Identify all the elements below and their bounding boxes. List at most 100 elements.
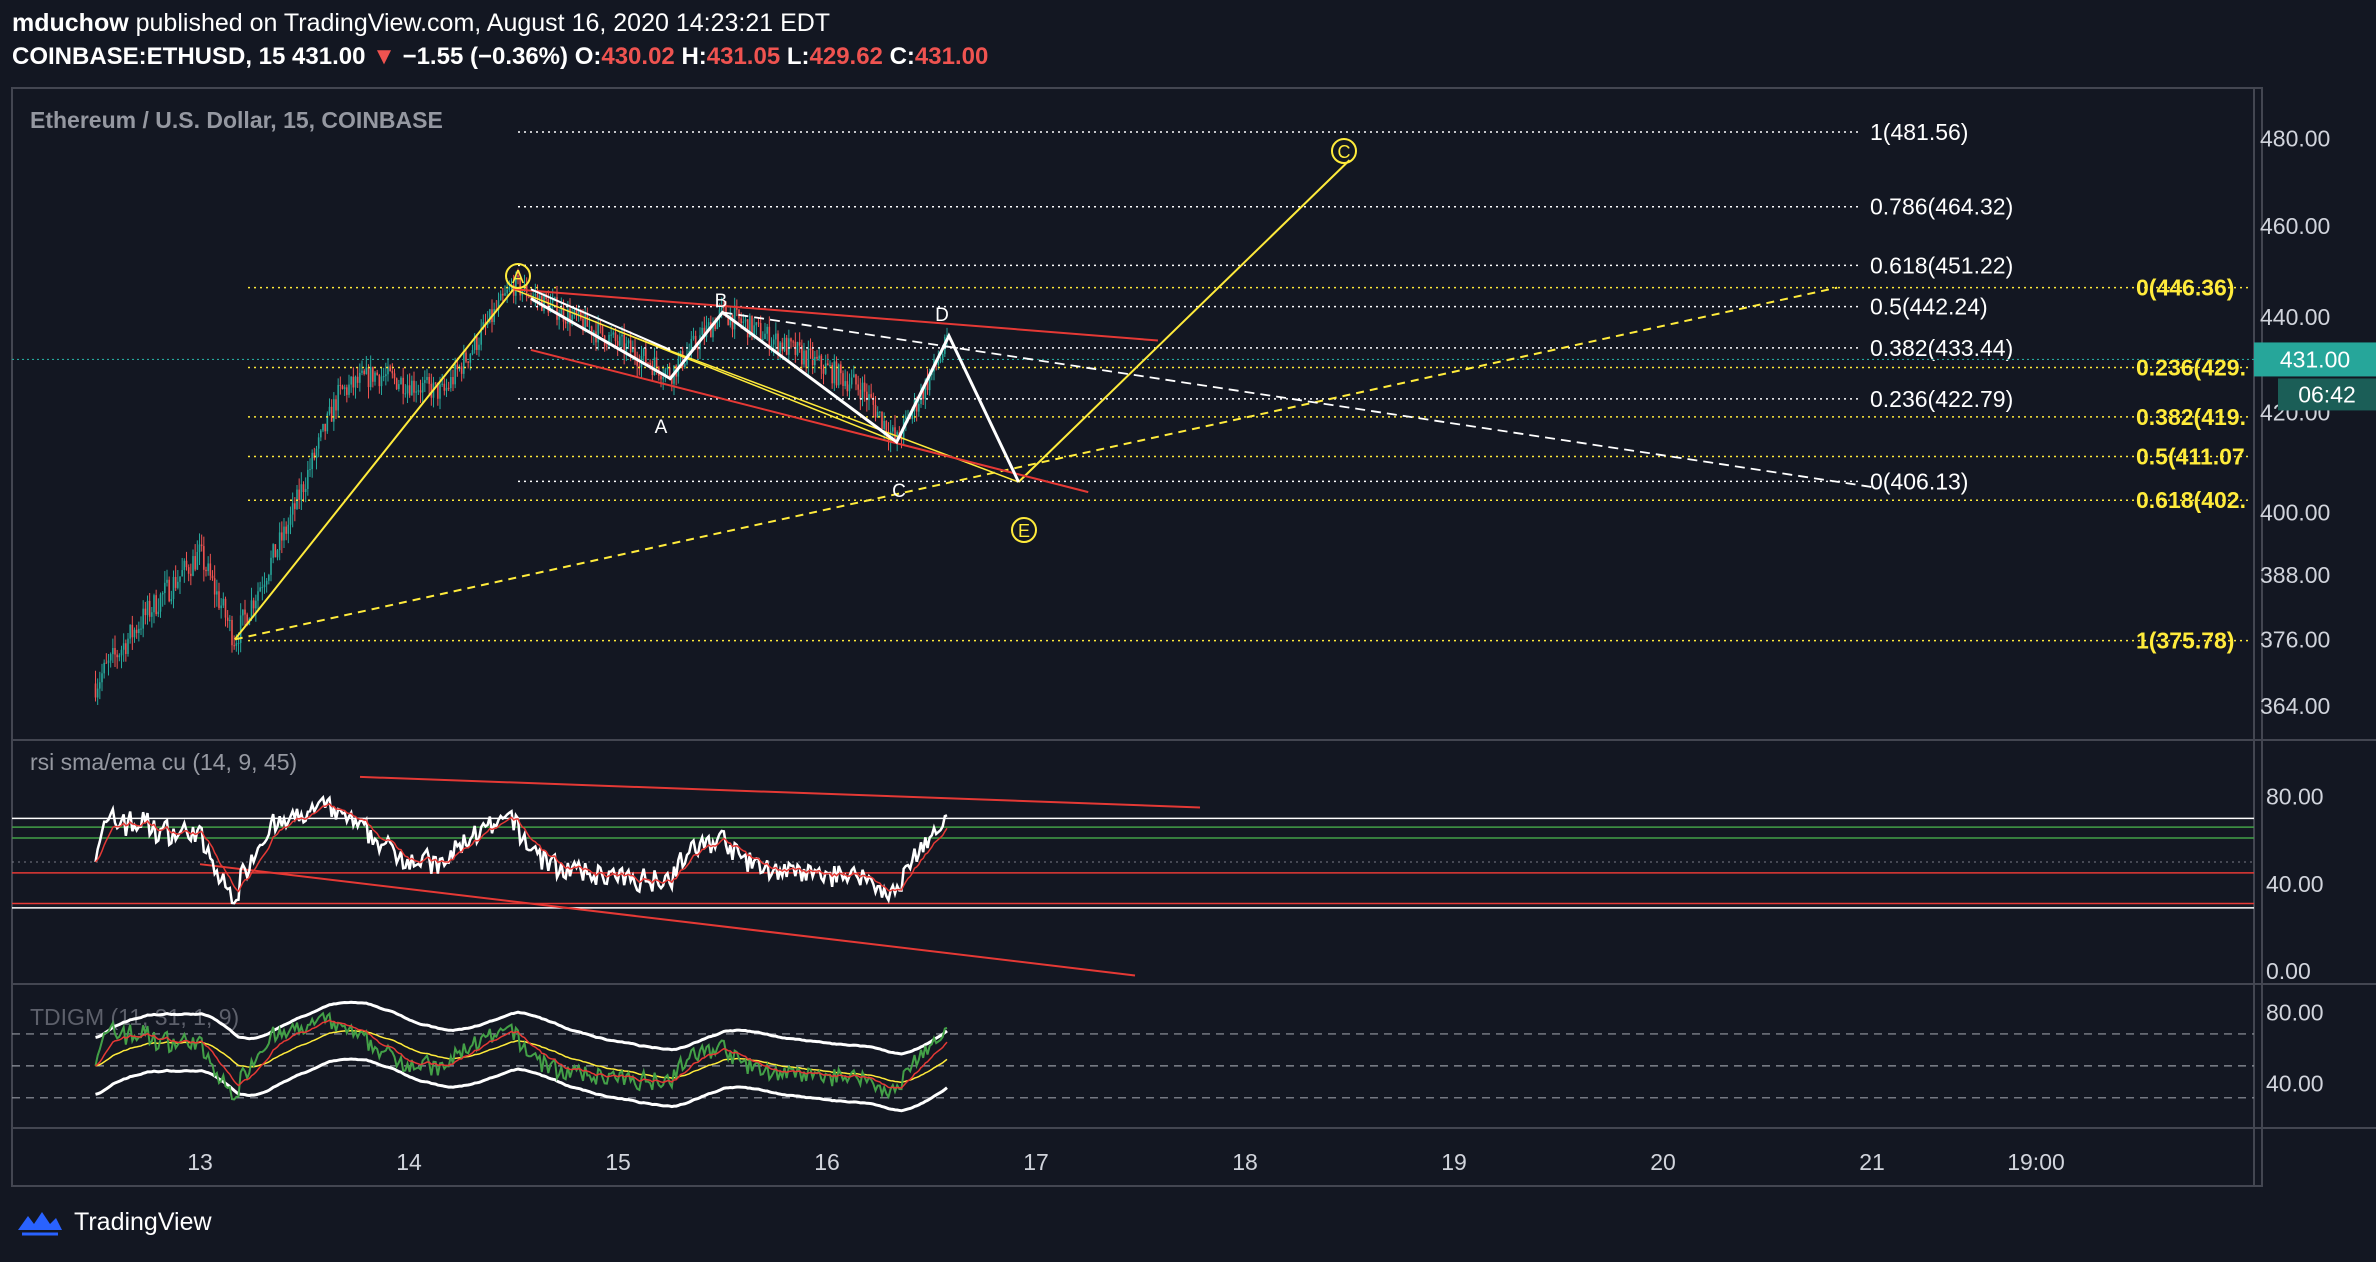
candle-body xyxy=(796,342,799,355)
brand[interactable]: TradingView xyxy=(16,1206,212,1238)
candle-body xyxy=(369,366,372,388)
candle-body xyxy=(302,484,305,493)
candle-body xyxy=(185,560,188,568)
candle-body xyxy=(105,662,108,664)
candle-body xyxy=(164,582,166,594)
candle-body xyxy=(255,600,257,609)
candle-body xyxy=(835,361,838,386)
y-tick-label: 480.00 xyxy=(2260,126,2330,152)
candle-body xyxy=(452,376,454,385)
candle-body xyxy=(744,319,747,322)
candle-body xyxy=(850,377,853,385)
candle-body xyxy=(842,373,844,386)
candle-body xyxy=(816,356,818,359)
candle-body xyxy=(135,629,138,634)
candle-body xyxy=(118,655,121,658)
countdown-label: 06:42 xyxy=(2298,381,2356,407)
wave-label: B xyxy=(715,291,728,312)
candle-body xyxy=(814,356,816,366)
candle-body xyxy=(476,336,478,350)
candle-body xyxy=(116,654,118,658)
candle-body xyxy=(155,595,157,615)
candle-body xyxy=(354,376,357,388)
candle-body xyxy=(612,332,615,335)
x-tick-label: 15 xyxy=(605,1149,631,1175)
fib-yellow-label: 0.382(419. xyxy=(2136,404,2246,430)
rsi-y-tick: 40.00 xyxy=(2266,871,2324,897)
candle-body xyxy=(198,544,201,552)
candle-body xyxy=(746,319,749,338)
candle-body xyxy=(283,526,285,541)
candle-body xyxy=(937,361,940,365)
rsi-line xyxy=(94,794,948,905)
x-tick-label: 16 xyxy=(814,1149,840,1175)
candle-body xyxy=(616,341,619,346)
fib-level-label: 1(481.56) xyxy=(1870,119,1968,145)
chart-canvas[interactable]: 13 14 15 16 17 18 19 20 21 19:00 480.00 460.00 440.0… xyxy=(0,0,2376,1262)
red-wedge-bottom xyxy=(530,348,1089,494)
candle-body xyxy=(330,406,333,422)
red-wedge-top xyxy=(513,288,1158,342)
candle-body xyxy=(291,503,294,515)
candle-body xyxy=(122,643,125,650)
candle-body xyxy=(250,600,253,619)
x-tick-label: 21 xyxy=(1859,1149,1885,1175)
candle-body xyxy=(174,576,177,588)
candle-body xyxy=(859,389,862,400)
candle-body xyxy=(209,563,212,576)
candle-body xyxy=(261,587,264,589)
candle-body xyxy=(380,376,383,387)
candle-body xyxy=(534,294,537,296)
candle-body xyxy=(443,383,446,391)
candle-body xyxy=(905,416,907,420)
white-dashed-trend xyxy=(722,311,1873,488)
tdi-y-tick: 40.00 xyxy=(2266,1071,2324,1097)
candle-body xyxy=(478,344,480,350)
candle-body xyxy=(112,647,114,655)
candle-body xyxy=(265,580,268,585)
rsi-y-tick: 80.00 xyxy=(2266,784,2324,810)
candle-body xyxy=(257,591,259,601)
candle-body xyxy=(363,370,365,375)
candle-body xyxy=(627,340,630,344)
candle-body xyxy=(857,384,859,390)
fib-yellow-label: 0.236(429. xyxy=(2136,355,2246,381)
candle-body xyxy=(454,364,456,385)
candle-body xyxy=(179,576,181,582)
candle-body xyxy=(333,399,335,422)
candle-body xyxy=(94,683,97,698)
candle-body xyxy=(456,364,459,370)
candle-body xyxy=(846,381,849,392)
candle-body xyxy=(196,551,199,570)
candle-body xyxy=(229,619,231,621)
candle-body xyxy=(359,372,361,383)
candle-body xyxy=(146,600,149,616)
candle-body xyxy=(192,556,194,576)
candle-body xyxy=(588,326,591,328)
candle-body xyxy=(148,600,151,617)
candle-body xyxy=(918,404,920,412)
candle-body xyxy=(203,546,205,570)
candle-body xyxy=(242,609,244,616)
candle-body xyxy=(339,384,342,386)
y-tick-label: 364.00 xyxy=(2260,693,2330,719)
candle-body xyxy=(346,387,348,395)
candle-body xyxy=(276,550,279,558)
candle-body xyxy=(226,617,229,621)
candle-body xyxy=(183,560,186,571)
candle-body xyxy=(272,544,274,558)
candle-body xyxy=(159,594,162,612)
candle-body xyxy=(833,361,836,384)
candle-body xyxy=(463,352,465,374)
candle-body xyxy=(740,318,742,324)
y-tick-label: 376.00 xyxy=(2260,626,2330,652)
zigzag-inner xyxy=(530,288,671,351)
candle-body xyxy=(313,452,316,459)
candle-body xyxy=(649,362,651,366)
candle-body xyxy=(586,313,589,327)
candle-body xyxy=(402,377,404,394)
candle-body xyxy=(528,296,530,298)
candle-body xyxy=(129,624,131,639)
candle-body xyxy=(131,624,134,638)
candle-body xyxy=(274,544,277,558)
